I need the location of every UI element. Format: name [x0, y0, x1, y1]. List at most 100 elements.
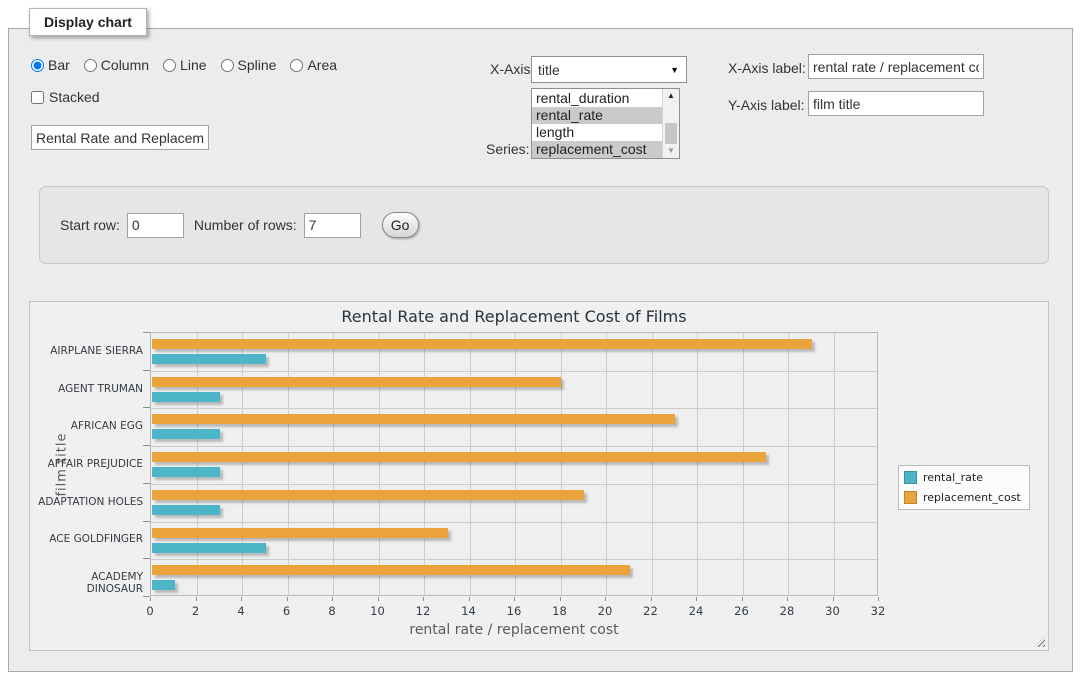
gridline: [151, 446, 877, 447]
gridline: [151, 484, 877, 485]
tick-mark: [651, 597, 652, 601]
gridline: [697, 333, 698, 595]
y-tick-label: AFFAIR PREJUDICE: [35, 458, 143, 470]
chart-type-radio-bar[interactable]: [31, 59, 44, 72]
chart-type-label: Spline: [238, 57, 277, 73]
gridline: [197, 333, 198, 595]
chart-type-radio-area[interactable]: [290, 59, 303, 72]
bar-rental_rate: [152, 392, 220, 402]
legend-swatch: [904, 491, 917, 504]
legend-swatch: [904, 471, 917, 484]
chart-type-option-column[interactable]: Column: [84, 57, 149, 73]
bar-rental_rate: [152, 543, 266, 553]
stacked-option[interactable]: Stacked: [31, 89, 100, 105]
x-tick-label: 4: [221, 604, 261, 618]
tick-mark: [469, 597, 470, 601]
x-tick-label: 16: [494, 604, 534, 618]
chart-type-radio-spline[interactable]: [221, 59, 234, 72]
tick-mark: [423, 597, 424, 601]
bar-replacement_cost: [152, 339, 812, 349]
gridline: [606, 333, 607, 595]
tick-mark: [143, 483, 150, 484]
y-axis-label-input[interactable]: [808, 91, 984, 116]
tick-mark: [787, 597, 788, 601]
chart-type-radio-column[interactable]: [84, 59, 97, 72]
tick-mark: [143, 558, 150, 559]
tick-mark: [196, 597, 197, 601]
chart-type-option-bar[interactable]: Bar: [31, 57, 70, 73]
chart-type-option-spline[interactable]: Spline: [221, 57, 277, 73]
bar-replacement_cost: [152, 565, 630, 575]
gridline: [379, 333, 380, 595]
legend-label: rental_rate: [923, 471, 983, 484]
chart-legend: rental_rate replacement_cost: [898, 465, 1030, 510]
series-option-replacement_cost[interactable]: replacement_cost: [532, 141, 662, 158]
bar-rental_rate: [152, 467, 220, 477]
legend-label: replacement_cost: [923, 491, 1021, 504]
num-rows-input[interactable]: [304, 213, 361, 238]
x-tick-label: 28: [767, 604, 807, 618]
series-option-rental_duration[interactable]: rental_duration: [532, 90, 662, 107]
gridline: [788, 333, 789, 595]
tick-mark: [605, 597, 606, 601]
x-axis-label-input[interactable]: [808, 54, 984, 79]
y-tick-label: ADAPTATION HOLES: [35, 496, 143, 508]
plot-area: [150, 332, 878, 596]
y-tick-label: ACE GOLDFINGER: [35, 533, 143, 545]
x-tick-label: 12: [403, 604, 443, 618]
chart-type-label: Column: [101, 57, 149, 73]
x-tick-label: 24: [676, 604, 716, 618]
gridline: [151, 408, 877, 409]
tick-mark: [143, 332, 150, 333]
rows-panel: Start row: Number of rows: Go: [39, 186, 1049, 264]
series-option-length[interactable]: length: [532, 124, 662, 141]
num-rows-caption: Number of rows:: [194, 217, 297, 233]
gridline: [470, 333, 471, 595]
series-listbox[interactable]: rental_durationrental_ratelengthreplacem…: [531, 88, 680, 159]
gridline: [424, 333, 425, 595]
gridline: [515, 333, 516, 595]
chart-type-option-area[interactable]: Area: [290, 57, 337, 73]
x-tick-label: 20: [585, 604, 625, 618]
x-tick-label: 22: [631, 604, 671, 618]
scrollbar-up-icon[interactable]: ▲: [663, 89, 679, 103]
x-tick-label: 8: [312, 604, 352, 618]
gridline: [561, 333, 562, 595]
start-row-caption: Start row:: [60, 217, 120, 233]
x-axis-title: rental rate / replacement cost: [150, 622, 878, 638]
bar-rental_rate: [152, 429, 220, 439]
start-row-input[interactable]: [127, 213, 184, 238]
tick-mark: [143, 521, 150, 522]
x-axis-label-caption: X-Axis label:: [728, 60, 806, 76]
x-tick-label: 10: [358, 604, 398, 618]
series-option-rental_rate[interactable]: rental_rate: [532, 107, 662, 124]
scrollbar-down-icon[interactable]: ▼: [663, 144, 679, 158]
chart-type-radio-line[interactable]: [163, 59, 176, 72]
x-axis-select[interactable]: title ▼: [531, 56, 687, 83]
go-button[interactable]: Go: [382, 212, 419, 238]
chart-title-input[interactable]: [31, 125, 209, 150]
gridline: [652, 333, 653, 595]
stacked-checkbox[interactable]: [31, 91, 44, 104]
gridline: [288, 333, 289, 595]
resize-handle-icon[interactable]: [1034, 636, 1045, 647]
tick-mark: [560, 597, 561, 601]
x-tick-label: 0: [130, 604, 170, 618]
x-tick-label: 6: [267, 604, 307, 618]
display-chart-legend: Display chart: [29, 8, 147, 36]
legend-entry-replacement_cost: replacement_cost: [904, 491, 1021, 504]
chart-type-label: Bar: [48, 57, 70, 73]
listbox-scrollbar[interactable]: ▲ ▼: [662, 89, 679, 158]
bar-replacement_cost: [152, 414, 675, 424]
chart-type-radio-group: Bar Column Line Spline Area: [31, 57, 337, 73]
chart-type-label: Line: [180, 57, 206, 73]
chevron-down-icon: ▼: [670, 65, 679, 75]
bar-rental_rate: [152, 580, 175, 590]
chart-type-option-line[interactable]: Line: [163, 57, 206, 73]
chart-title: Rental Rate and Replacement Cost of Film…: [150, 307, 878, 326]
tick-mark: [143, 370, 150, 371]
tick-mark: [833, 597, 834, 601]
scrollbar-thumb[interactable]: [665, 123, 677, 145]
tick-mark: [514, 597, 515, 601]
gridline: [242, 333, 243, 595]
